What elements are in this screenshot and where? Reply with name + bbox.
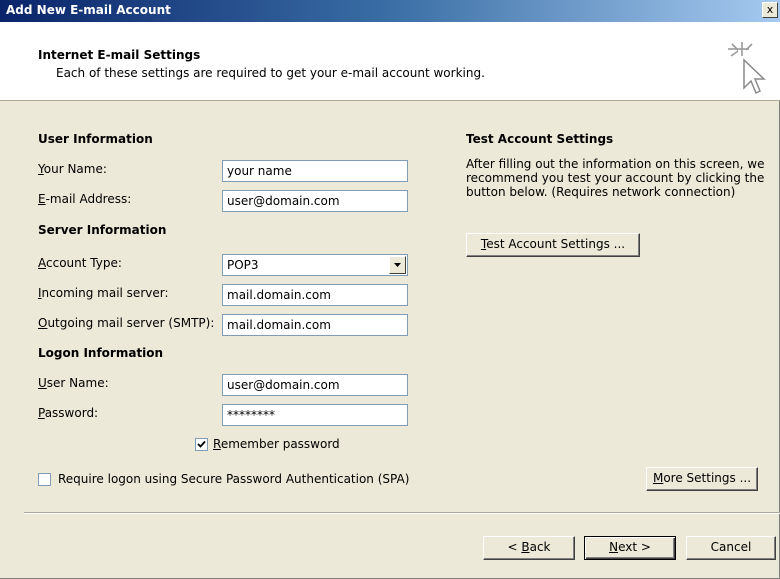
title-bar[interactable]: Add New E-mail Account x xyxy=(0,0,780,22)
spa-label[interactable]: Require logon using Secure Password Auth… xyxy=(58,472,409,486)
password-input[interactable] xyxy=(222,404,408,426)
window-title: Add New E-mail Account xyxy=(6,3,171,17)
test-account-settings-heading: Test Account Settings xyxy=(466,132,614,146)
user-name-label: User Name: xyxy=(38,376,109,390)
your-name-label-text: our Name: xyxy=(43,162,107,176)
back-button-prefix: < xyxy=(507,540,522,554)
wizard-header: Internet E-mail Settings Each of these s… xyxy=(0,22,780,101)
chevron-down-icon xyxy=(394,263,401,267)
more-settings-button-label: ore Settings ... xyxy=(663,471,752,485)
footer-divider xyxy=(24,512,780,514)
remember-password-checkbox[interactable] xyxy=(195,438,208,451)
incoming-mail-server-input[interactable] xyxy=(222,284,408,306)
test-description-line-1: After filling out the information on thi… xyxy=(466,157,765,171)
back-button[interactable]: < Back xyxy=(483,536,575,560)
spa-checkbox[interactable] xyxy=(38,473,51,486)
remember-password-label-accel: R xyxy=(213,437,221,451)
remember-password-label-text: emember password xyxy=(220,437,340,451)
checkmark-icon xyxy=(197,440,206,448)
test-account-settings-button-label: est Account Settings ... xyxy=(486,237,626,251)
test-account-settings-button[interactable]: Test Account Settings ... xyxy=(466,233,640,257)
account-type-dropdown-button[interactable] xyxy=(389,256,406,274)
wizard-sparkle-cursor-icon xyxy=(728,42,766,95)
email-address-label-accel: E xyxy=(38,192,46,206)
back-button-label: ack xyxy=(529,540,551,554)
email-address-input[interactable] xyxy=(222,190,408,212)
account-type-select[interactable]: POP3 xyxy=(222,254,408,276)
outgoing-mail-server-input[interactable] xyxy=(222,314,408,336)
user-name-input[interactable] xyxy=(222,374,408,396)
account-type-label-accel: A xyxy=(38,256,46,270)
account-type-value: POP3 xyxy=(227,258,259,272)
outgoing-mail-server-label-text: utgoing mail server (SMTP): xyxy=(47,316,215,330)
incoming-mail-server-label: Incoming mail server: xyxy=(38,286,169,300)
next-button[interactable]: Next > xyxy=(584,536,676,560)
close-button[interactable]: x xyxy=(762,2,778,18)
logon-information-heading: Logon Information xyxy=(38,346,164,360)
email-address-label-text: -mail Address: xyxy=(45,192,132,206)
incoming-mail-server-label-text: ncoming mail server: xyxy=(41,286,169,300)
account-type-label-text: ccount Type: xyxy=(46,256,122,270)
cancel-button[interactable]: Cancel xyxy=(686,536,776,560)
server-information-heading: Server Information xyxy=(38,223,167,237)
test-description-line-2: recommend you test your account by click… xyxy=(466,171,765,185)
outgoing-mail-server-label: Outgoing mail server (SMTP): xyxy=(38,316,214,330)
email-address-label: E-mail Address: xyxy=(38,192,131,206)
test-description-line-3: button below. (Requires network connecti… xyxy=(466,185,736,199)
next-button-accel: N xyxy=(609,540,619,554)
more-settings-accel: M xyxy=(652,471,664,485)
user-name-label-accel: U xyxy=(38,376,47,390)
page-title: Internet E-mail Settings xyxy=(38,48,201,62)
remember-password-label[interactable]: Remember password xyxy=(213,437,340,451)
close-icon: x xyxy=(766,3,774,16)
password-label-accel: P xyxy=(38,406,45,420)
password-label: Password: xyxy=(38,406,98,420)
account-type-label: Account Type: xyxy=(38,256,122,270)
back-button-accel: B xyxy=(521,540,530,554)
page-subtitle: Each of these settings are required to g… xyxy=(56,66,485,80)
password-label-text: assword: xyxy=(44,406,99,420)
user-name-label-text: ser Name: xyxy=(46,376,109,390)
next-button-label: ext > xyxy=(618,540,651,554)
your-name-input[interactable] xyxy=(222,160,408,182)
add-email-account-dialog: Add New E-mail Account x Internet E-mail… xyxy=(0,0,780,579)
more-settings-button[interactable]: More Settings ... xyxy=(646,467,758,491)
user-information-heading: User Information xyxy=(38,132,153,146)
your-name-label: Your Name: xyxy=(38,162,107,176)
